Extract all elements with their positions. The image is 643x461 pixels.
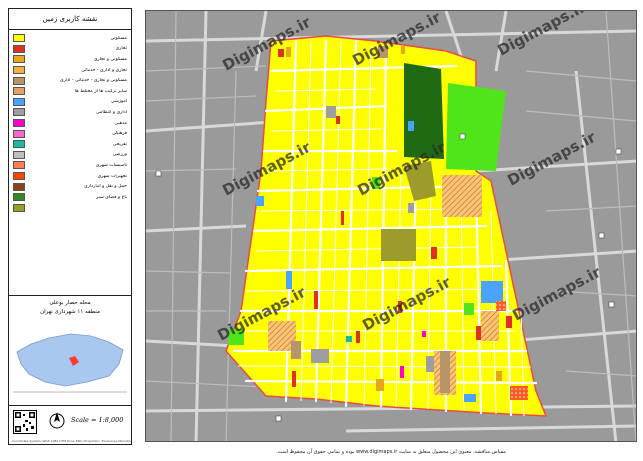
legend-swatch [13, 150, 25, 159]
district-title: محله حصار بوعلی [49, 300, 91, 306]
legend-swatch [13, 161, 25, 170]
hatched-parcel-east [481, 311, 499, 341]
district-subtitle: منطقه ۱۱ شهرداری تهران [40, 309, 100, 315]
legend-swatch [13, 108, 25, 117]
admin-parcel-2 [326, 106, 336, 118]
legend-swatch [13, 87, 25, 96]
recreation-parcel [346, 336, 352, 342]
legend-label: مسکونی و تجاری [93, 56, 127, 62]
admin-parcel-4 [408, 203, 414, 213]
admin-parcel-3 [426, 356, 434, 372]
legend-panel: نقشه کاربری زمین مسکونی تجاری مسکونی و تجا… [8, 8, 132, 445]
legend-swatch [13, 182, 25, 191]
legend-swatch [13, 66, 25, 75]
legend-swatch [13, 34, 25, 43]
mixed-parcel-1 [440, 351, 450, 393]
legend-label: اداری و انتظامی [96, 109, 127, 115]
land-use-map: Digimaps.ir Digimaps.ir Digimaps.ir Digi… [145, 10, 637, 442]
projection-note: Coordinate System: WGS 1984 UTM Zone 39N… [12, 439, 132, 443]
legend-item: حمل و نقل و انبارداری [13, 181, 127, 192]
green-south-parcel [464, 303, 474, 315]
legend-swatch [13, 44, 25, 53]
legend-item: سایر ترکیب ها از مختلط ها [13, 86, 127, 97]
legend-label: تجهیزات شهری [97, 173, 127, 179]
facility-parcel-2 [496, 301, 506, 311]
legend-item: تفریحی [13, 139, 127, 150]
legend-item: تجهیزات شهری [13, 171, 127, 182]
legend-label: فرهنگی [112, 131, 127, 137]
legend-item: آموزشی [13, 97, 127, 108]
religious-parcel-2 [422, 331, 426, 337]
legend-list: مسکونی تجاری مسکونی و تجاری تجاری و اداری -… [9, 30, 131, 213]
legend-title: نقشه کاربری زمین [9, 9, 131, 30]
legend-swatch [13, 129, 25, 138]
legend-label: تجاری [115, 46, 127, 52]
light-green-park [446, 83, 506, 171]
legend-item: باغ و فضای سبز [13, 192, 127, 203]
legend-label: ورزشی [112, 152, 127, 158]
legend-swatch [13, 119, 25, 128]
legend-item: مذهبی [13, 118, 127, 129]
legend-item: فرهنگی [13, 128, 127, 139]
legend-label: مذهبی [114, 120, 127, 126]
legend-label: تجاری و اداری - خدماتی [81, 67, 127, 73]
legend-swatch [13, 203, 25, 212]
legend-item: ورزشی [13, 150, 127, 161]
legend-swatch [13, 193, 25, 202]
olive-parcel-center [381, 229, 416, 261]
facility-parcel-1 [510, 386, 528, 400]
admin-parcel-1 [311, 349, 329, 363]
legend-item: مسکونی و تجاری - خدماتی - اداری [13, 75, 127, 86]
legend-item: تاسیسات شهری [13, 160, 127, 171]
legend-item [13, 203, 127, 214]
copyright-footer: مقیاس مناقشه، معنوی این محصول متعلق به س… [276, 449, 506, 455]
legend-item: تجاری [13, 44, 127, 55]
legend-label: حمل و نقل و انبارداری [83, 184, 127, 190]
legend-swatch [13, 76, 25, 85]
legend-label: مسکونی و تجاری - خدماتی - اداری [60, 78, 127, 84]
legend-item: تجاری و اداری - خدماتی [13, 65, 127, 76]
map-info-box: Scale = 1:8,000 Coordinate System: WGS 1… [9, 405, 132, 445]
legend-label: آموزشی [110, 99, 127, 105]
legend-swatch [13, 55, 25, 64]
legend-swatch [13, 140, 25, 149]
legend-swatch [13, 97, 25, 106]
legend-label: سایر ترکیب ها از مختلط ها [74, 88, 127, 94]
locator-map [13, 333, 127, 393]
legend-item: اداری و انتظامی [13, 107, 127, 118]
north-arrow-icon [49, 410, 65, 432]
education-parcel-4 [408, 121, 414, 131]
education-parcel-5 [464, 394, 476, 402]
education-parcel-3 [256, 196, 264, 206]
education-parcel-2 [286, 271, 292, 289]
mixed-parcel-2 [291, 341, 301, 359]
legend-label: تاسیسات شهری [95, 162, 127, 168]
locator-inset: محله حصار بوعلی منطقه ۱۱ شهرداری تهران [9, 295, 131, 406]
scale-label: Scale = 1:8,000 [71, 416, 124, 424]
legend-swatch [13, 172, 25, 181]
qr-code-icon [13, 410, 37, 434]
legend-item: مسکونی و تجاری [13, 54, 127, 65]
legend-label: مسکونی [110, 35, 127, 41]
education-parcel-1 [481, 281, 503, 303]
legend-label: باغ و فضای سبز [96, 194, 127, 200]
hatched-parcel-north [442, 175, 482, 217]
legend-label: تفریحی [112, 141, 127, 147]
religious-parcel-1 [400, 366, 404, 378]
legend-item: مسکونی [13, 33, 127, 44]
map-canvas: Digimaps.ir Digimaps.ir Digimaps.ir Digi… [146, 11, 636, 441]
